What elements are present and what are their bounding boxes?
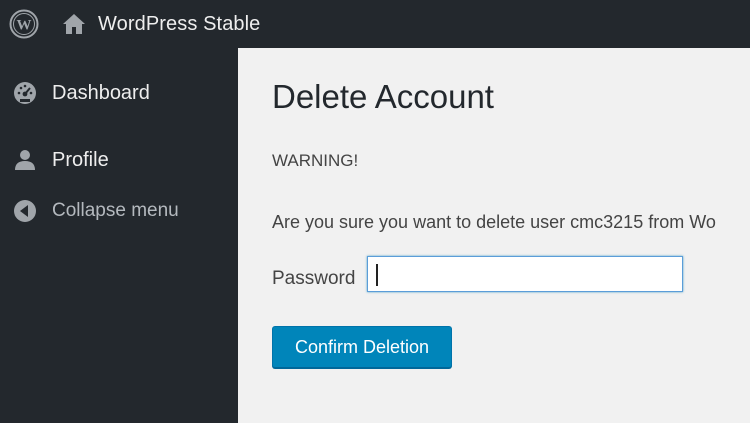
sidebar-item-label: Dashboard [52,81,150,104]
site-home-link[interactable]: WordPress Stable [62,0,260,48]
page-title: Delete Account [272,78,494,115]
dashboard-gauge-icon [12,80,38,106]
svg-text:W: W [17,18,32,34]
sidebar-item-label: Collapse menu [52,200,179,221]
sidebar-item-profile[interactable]: Profile [0,140,238,180]
warning-text: WARNING! [272,151,359,170]
sidebar-item-dashboard[interactable]: Dashboard [0,73,238,113]
collapse-menu-button[interactable]: Collapse menu [0,191,238,231]
home-icon [62,13,86,35]
user-icon [12,147,38,173]
admin-sidebar: Dashboard Profile Collapse menu [0,48,238,423]
admin-bar: W WordPress Stable [0,0,750,48]
password-label: Password [272,268,356,289]
site-name: WordPress Stable [98,12,261,35]
text-cursor [376,264,378,286]
wordpress-logo-icon[interactable]: W [0,0,48,48]
collapse-arrow-icon [12,198,38,224]
confirm-deletion-button[interactable]: Confirm Deletion [272,326,452,368]
main-content: Delete Account WARNING! Are you sure you… [238,48,750,423]
confirmation-question: Are you sure you want to delete user cmc… [272,212,716,232]
sidebar-item-label: Profile [52,148,109,171]
password-input[interactable] [367,256,683,292]
